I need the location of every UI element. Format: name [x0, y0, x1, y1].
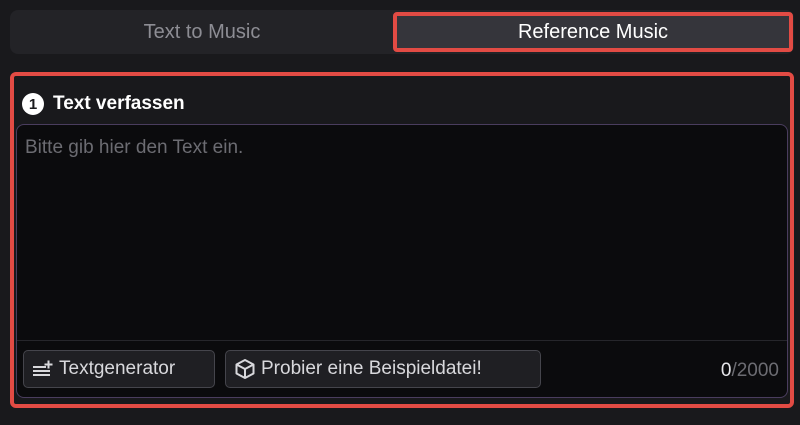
- try-example-button[interactable]: Probier eine Beispieldatei!: [225, 350, 541, 388]
- text-generator-label: Textgenerator: [59, 358, 176, 379]
- text-generator-button[interactable]: Textgenerator: [23, 350, 215, 388]
- editor-divider: [17, 340, 787, 341]
- section-header: 1 Text verfassen: [22, 93, 185, 115]
- text-generator-icon: [33, 360, 53, 376]
- music-generator-panel: Text to Music Reference Music 1 Text ver…: [0, 0, 800, 425]
- compose-text-section: 1 Text verfassen Textgenerator: [10, 72, 794, 408]
- tab-reference-music[interactable]: Reference Music: [393, 12, 793, 52]
- cube-icon: [235, 359, 255, 379]
- character-counter: 0/2000: [721, 360, 779, 382]
- character-count-max: /2000: [731, 360, 779, 381]
- tab-text-to-music[interactable]: Text to Music: [10, 10, 394, 54]
- try-example-label: Probier eine Beispieldatei!: [261, 358, 482, 379]
- mode-tabs: Text to Music Reference Music: [10, 10, 794, 54]
- section-title: Text verfassen: [53, 93, 185, 114]
- character-count-current: 0: [720, 360, 732, 381]
- text-editor: Textgenerator Probier eine Beispieldatei…: [16, 124, 788, 398]
- step-number-badge: 1: [22, 93, 44, 115]
- text-input[interactable]: [17, 125, 787, 339]
